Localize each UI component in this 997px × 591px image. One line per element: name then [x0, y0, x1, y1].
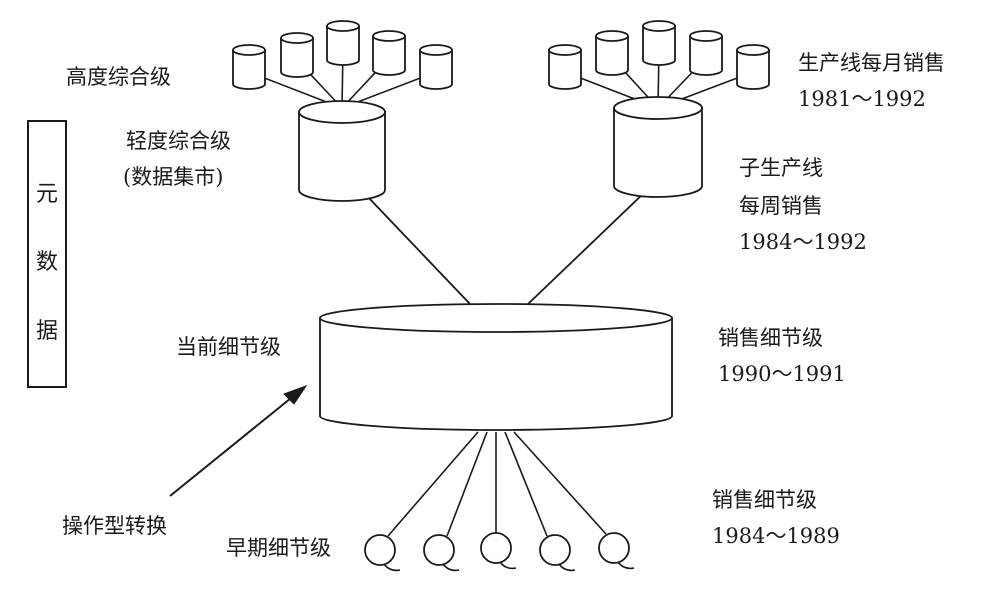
cylinder-high-right-3	[642, 20, 676, 66]
link-early-2	[446, 431, 488, 537]
link-early-4	[504, 431, 548, 537]
cylinder-current-detail-body	[319, 317, 673, 431]
circle-early-4	[539, 534, 571, 566]
label-operational-transform: 操作型转换	[62, 514, 167, 538]
cylinder-light-left-body	[298, 111, 386, 202]
cylinder-high-left-5	[419, 44, 453, 90]
cylinder-high-right-5	[736, 44, 770, 90]
cylinder-high-left-1	[232, 44, 266, 90]
cylinder-current-detail	[319, 303, 673, 431]
metadata-char-2: 数	[35, 250, 58, 275]
cylinder-high-right-4	[689, 30, 723, 76]
label-weekly-sales: 每周销售	[739, 194, 823, 218]
diagram-canvas: 元 数 据 高度综合级 轻度综合级 (数据集市) 当前细节级 操作型转换 早期细…	[0, 0, 997, 591]
cylinder-high-left-4	[372, 30, 406, 76]
label-high-level: 高度综合级	[66, 65, 171, 89]
label-monthly-years: 1981～1992	[798, 87, 926, 111]
cylinder-high-left-3-lid	[326, 20, 360, 32]
link-left-mart-to-current	[366, 195, 471, 305]
link-right-mart-to-current	[527, 191, 646, 305]
circle-early-3	[480, 532, 512, 564]
cylinder-high-right-5-lid	[736, 44, 770, 56]
cylinder-high-left-1-lid	[232, 44, 266, 56]
label-early-detail: 早期细节级	[226, 536, 331, 560]
cylinder-current-detail-lid	[319, 303, 673, 333]
cylinder-high-right-1-lid	[548, 44, 582, 56]
label-sales-detail-current: 销售细节级	[718, 326, 823, 350]
circle-early-tail-4	[558, 563, 576, 572]
metadata-char-3: 据	[35, 319, 58, 344]
cylinder-light-right-lid	[613, 96, 703, 120]
link-early-1	[387, 431, 479, 537]
circle-early-2	[423, 534, 455, 566]
cylinder-light-right	[613, 96, 703, 198]
label-weekly-years: 1984～1992	[739, 230, 867, 254]
cylinder-high-right-1	[548, 44, 582, 90]
cylinder-high-right-2	[595, 30, 629, 76]
cylinder-light-left	[298, 100, 386, 202]
cylinder-high-right-2-lid	[595, 30, 629, 42]
label-data-mart: (数据集市)	[123, 165, 224, 189]
cylinder-high-right-3-lid	[642, 20, 676, 32]
metadata-char-1: 元	[35, 182, 58, 207]
cylinder-high-right-4-lid	[689, 30, 723, 42]
label-monthly-sales: 生产线每月销售	[798, 51, 945, 75]
label-weekly-sales-line: 子生产线	[739, 156, 823, 180]
circle-early-1	[364, 534, 396, 566]
cylinder-high-left-5-lid	[419, 44, 453, 56]
label-light-level: 轻度综合级	[126, 129, 231, 153]
cylinder-high-left-2	[280, 32, 314, 78]
cylinder-light-left-lid	[298, 100, 386, 124]
label-sales-detail-early-years: 1984～1989	[712, 524, 840, 548]
circle-early-tail-5	[617, 561, 635, 570]
cylinder-high-left-2-lid	[280, 32, 314, 44]
cylinder-high-left-3	[326, 20, 360, 66]
cylinder-high-left-4-lid	[372, 30, 406, 42]
label-current-detail: 当前细节级	[176, 335, 281, 359]
link-early-5	[513, 431, 607, 535]
circle-early-tail-2	[442, 563, 460, 572]
label-sales-detail-early: 销售细节级	[712, 488, 817, 512]
arrow-shaft	[169, 393, 297, 497]
circle-early-5	[598, 532, 630, 564]
circle-early-tail-3	[499, 561, 517, 570]
cylinder-light-right-body	[613, 107, 703, 198]
label-sales-detail-current-years: 1990～1991	[718, 362, 846, 386]
circle-early-tail-1	[383, 563, 401, 572]
